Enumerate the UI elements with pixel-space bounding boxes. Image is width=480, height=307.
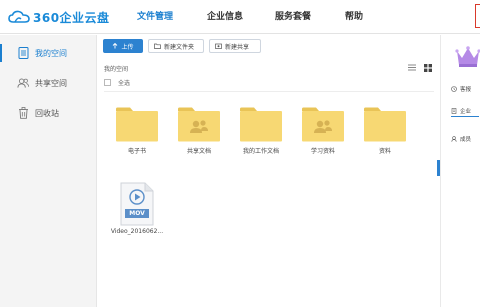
sidebar-item-shared-space[interactable]: 共享空间 <box>0 68 96 98</box>
cloud-logo-icon <box>8 10 30 23</box>
new-folder-button-label: 新建文件夹 <box>164 43 195 51</box>
users-icon <box>17 77 29 89</box>
file-name: 共享文档 <box>186 148 211 155</box>
sidebar-item-my-space[interactable]: 我的空间 <box>0 38 96 68</box>
file-type-badge: MOV <box>129 210 145 217</box>
new-folder-icon <box>154 43 161 49</box>
sidebar-item-label: 回收站 <box>35 108 59 118</box>
list-view-icon[interactable] <box>408 64 416 72</box>
folder-icon <box>363 107 407 142</box>
new-share-button-label: 新建共享 <box>225 43 250 51</box>
sidebar-item-recycle-bin[interactable]: 回收站 <box>0 98 96 128</box>
divider <box>104 91 434 92</box>
new-folder-button[interactable]: 新建文件夹 <box>148 39 204 53</box>
file-item[interactable]: 我的工作文档 <box>231 107 291 155</box>
file-item[interactable]: 电子书 <box>107 107 167 155</box>
share-folder-icon <box>215 43 222 49</box>
view-toggle <box>400 64 432 72</box>
file-name: 电子书 <box>127 148 146 155</box>
file-name: Video_2016062... <box>110 228 164 235</box>
app-window: 360企业云盘 文件管理 企业信息 服务套餐 帮助 我的空间 共享空间 回收站 … <box>0 0 480 307</box>
user-icon <box>451 136 457 142</box>
crown-icon <box>455 46 480 67</box>
nav-file-management[interactable]: 文件管理 <box>134 0 176 34</box>
document-icon <box>17 47 29 59</box>
clock-icon <box>451 86 457 92</box>
sidebar: 我的空间 共享空间 回收站 <box>0 35 97 307</box>
logo[interactable]: 360企业云盘 <box>8 7 110 27</box>
breadcrumb[interactable]: 我的空间 <box>104 64 128 73</box>
select-all[interactable]: 全选 <box>104 78 130 87</box>
rp-item-label: 客报 <box>460 87 472 93</box>
logo-text: 360企业云盘 <box>33 10 110 25</box>
building-icon <box>451 108 457 114</box>
file-item[interactable]: MOV Video_2016062... <box>107 182 167 235</box>
nav-help[interactable]: 帮助 <box>342 0 366 34</box>
close-highlight-box[interactable] <box>475 4 480 28</box>
toolbar: 上传 新建文件夹 新建共享 <box>103 39 266 53</box>
nav-service-plan[interactable]: 服务套餐 <box>272 0 314 34</box>
main-nav: 文件管理 企业信息 服务套餐 帮助 <box>134 0 366 34</box>
nav-enterprise-info[interactable]: 企业信息 <box>204 0 246 34</box>
upload-button[interactable]: 上传 <box>103 39 143 53</box>
upload-icon <box>112 43 118 49</box>
file-name: 资料 <box>378 148 391 155</box>
file-item[interactable]: 资料 <box>355 107 415 155</box>
rp-active-underline <box>451 116 479 117</box>
rp-item-label: 成员 <box>460 137 472 143</box>
right-panel: 客报 企业 成员 <box>440 35 480 307</box>
new-share-button[interactable]: 新建共享 <box>209 39 261 53</box>
file-item[interactable]: 学习资料 <box>293 107 353 155</box>
rp-item-label: 企业 <box>460 109 472 115</box>
trash-icon <box>17 107 29 119</box>
folder-icon <box>239 107 283 142</box>
file-name: 我的工作文档 <box>242 148 279 155</box>
top-bar: 360企业云盘 文件管理 企业信息 服务套餐 帮助 <box>0 0 480 34</box>
grid-view-icon[interactable] <box>424 64 432 72</box>
video-file-icon: MOV <box>119 182 155 226</box>
upload-button-label: 上传 <box>121 43 134 51</box>
select-all-checkbox[interactable] <box>104 79 111 86</box>
sidebar-item-label: 我的空间 <box>35 48 67 58</box>
shared-folder-icon <box>177 107 221 142</box>
shared-folder-icon <box>301 107 345 142</box>
sidebar-item-label: 共享空间 <box>35 78 67 88</box>
main-content: 上传 新建文件夹 新建共享 我的空间 全选 电子书 共享文档 我的工作文档 学习… <box>98 35 440 307</box>
rp-item-members[interactable]: 成员 <box>451 135 471 143</box>
folder-icon <box>115 107 159 142</box>
rp-item-report[interactable]: 客报 <box>451 85 471 93</box>
rp-item-enterprise[interactable]: 企业 <box>451 107 471 115</box>
file-name: 学习资料 <box>310 148 335 155</box>
select-all-label: 全选 <box>118 80 131 87</box>
file-item[interactable]: 共享文档 <box>169 107 229 155</box>
